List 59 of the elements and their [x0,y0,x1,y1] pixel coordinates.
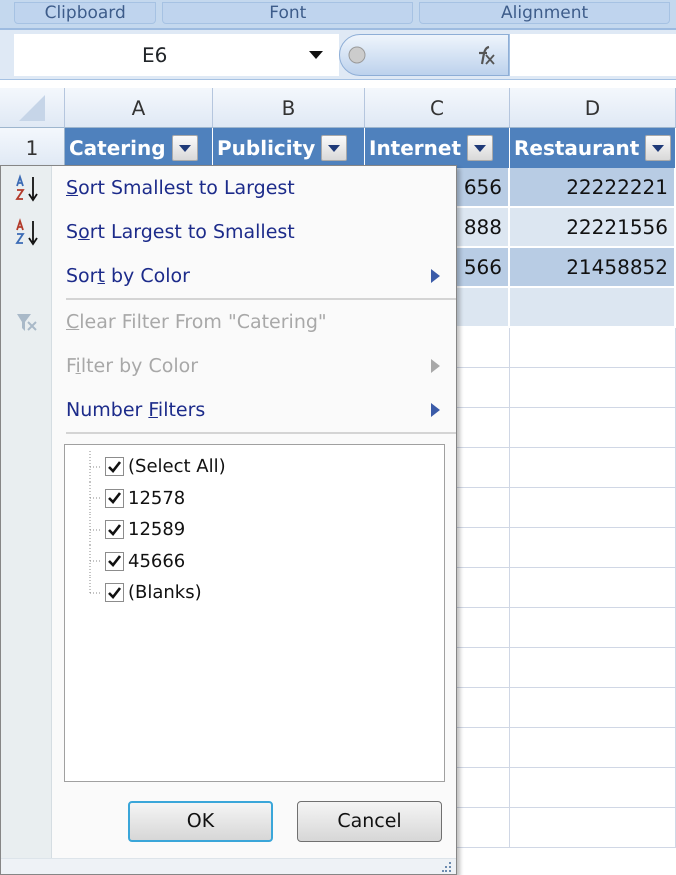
tree-line [89,450,101,483]
dropdown-icon [474,144,486,152]
sort-descending-icon [14,218,40,246]
filter-dropdown-button[interactable] [321,135,348,161]
checkmark-icon [108,460,121,473]
filter-dropdown-button[interactable] [467,135,494,161]
value-label: 12589 [128,518,186,542]
value-label: 45666 [128,550,186,574]
circle-icon [348,46,366,64]
menu-item: Filter by Color [66,354,198,379]
table-cell: 22222221 [510,168,676,208]
value-label: (Blanks) [128,581,202,606]
dropdown-icon [328,144,340,152]
checkbox[interactable] [105,583,124,602]
dropdown-icon[interactable] [309,50,323,58]
table-cell: 21458852 [510,248,676,288]
header-label: Catering [69,135,166,162]
value-label: 12578 [128,486,186,511]
value-label: (Select All) [128,455,226,480]
checkbox[interactable] [105,488,124,508]
cancel-button[interactable]: Cancel [297,801,442,842]
menu-item[interactable]: Number Filters [66,396,206,424]
checkmark-icon [108,555,121,568]
resize-grip-icon[interactable] [442,862,452,872]
cell-reference: E6 [142,42,168,68]
checkbox[interactable] [105,520,124,540]
filter-dropdown-button[interactable] [172,135,198,161]
column-header[interactable]: C [365,88,510,128]
ribbon-group-label: Alignment [419,2,670,24]
dropdown-icon [652,144,664,152]
tree-line [89,514,101,546]
column-header[interactable]: B [213,88,365,128]
corner-triangle-icon [17,92,47,122]
table-cell: 22221556 [510,208,676,248]
ribbon-group-label: Font [162,2,414,24]
ribbon-group-label: Clipboard [14,2,156,24]
checkbox[interactable] [105,457,124,476]
name-box[interactable]: E6 [14,34,339,76]
header-label: Restaurant [514,135,640,162]
row-header[interactable]: 1 [0,128,65,168]
column-header[interactable]: D [510,88,676,128]
header-label: Internet [369,135,462,162]
menu-item[interactable]: Sort by Color [66,262,190,290]
sort-ascending-icon [14,174,40,202]
checkmark-icon [108,586,121,599]
menu-item: Clear Filter From "Catering" [66,310,327,335]
checkmark-icon [108,524,121,536]
menu-item[interactable]: Sort Largest to Smallest [66,218,295,246]
filter-dropdown-button[interactable] [645,135,672,161]
tree-line [89,482,101,514]
checkmark-icon [108,492,121,504]
header-label: Publicity [217,135,316,162]
menu-item[interactable]: Sort Smallest to Largest [66,174,295,202]
ok-button[interactable]: OK [128,801,273,842]
column-header[interactable]: A [65,88,213,128]
formula-input[interactable] [509,34,676,76]
checkbox[interactable] [105,552,124,571]
dropdown-icon [178,144,191,152]
clear-filter-icon [14,311,38,333]
